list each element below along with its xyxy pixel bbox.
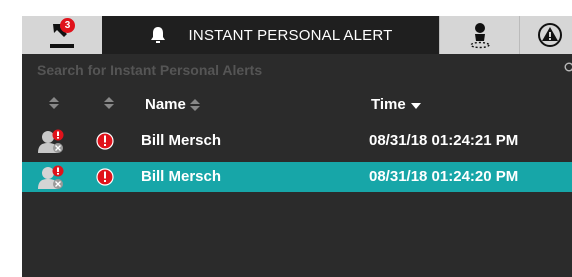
sort-icon <box>189 98 200 111</box>
person-alert-icon <box>38 129 64 153</box>
warning-icon <box>537 23 562 47</box>
column-header-time[interactable]: Time <box>371 96 422 113</box>
person-location-icon <box>469 23 490 49</box>
person-alert-icon <box>38 165 64 189</box>
sort-descending-icon <box>410 102 421 109</box>
column-header-name[interactable]: Name <box>145 96 201 113</box>
table-header: Name Time <box>22 84 572 126</box>
tab-people-location[interactable] <box>439 16 519 54</box>
notification-badge: 3 <box>60 18 75 33</box>
table-row[interactable]: Bill Mersch 08/31/18 01:24:21 PM <box>22 126 572 156</box>
alert-icon <box>96 168 114 186</box>
tab-bar: 3 INSTANT PERSONAL ALERT <box>22 16 572 54</box>
sort-icon-type-column[interactable] <box>48 96 60 110</box>
column-header-name-label: Name <box>145 96 186 113</box>
tab-warning[interactable] <box>519 16 572 54</box>
sort-icon-status-column[interactable] <box>103 96 115 110</box>
row-time: 08/31/18 01:24:20 PM <box>369 168 519 185</box>
tab-instant-personal-alert[interactable]: INSTANT PERSONAL ALERT <box>102 16 439 54</box>
row-time: 08/31/18 01:24:21 PM <box>369 132 519 149</box>
row-name: Bill Mersch <box>141 132 222 149</box>
search-input[interactable] <box>35 60 539 80</box>
row-name: Bill Mersch <box>141 168 222 185</box>
table-row-selected[interactable]: Bill Mersch 08/31/18 01:24:20 PM <box>22 162 572 192</box>
bell-icon <box>150 27 165 43</box>
alert-panel: 3 INSTANT PERSONAL ALERT Search for Inst… <box>22 16 572 277</box>
search-icon[interactable] <box>564 62 572 74</box>
column-header-time-label: Time <box>371 96 406 113</box>
tab-navigate[interactable]: 3 <box>22 16 102 54</box>
search-bar <box>22 54 572 84</box>
alert-icon <box>96 132 114 150</box>
tab-title: INSTANT PERSONAL ALERT <box>188 26 393 44</box>
